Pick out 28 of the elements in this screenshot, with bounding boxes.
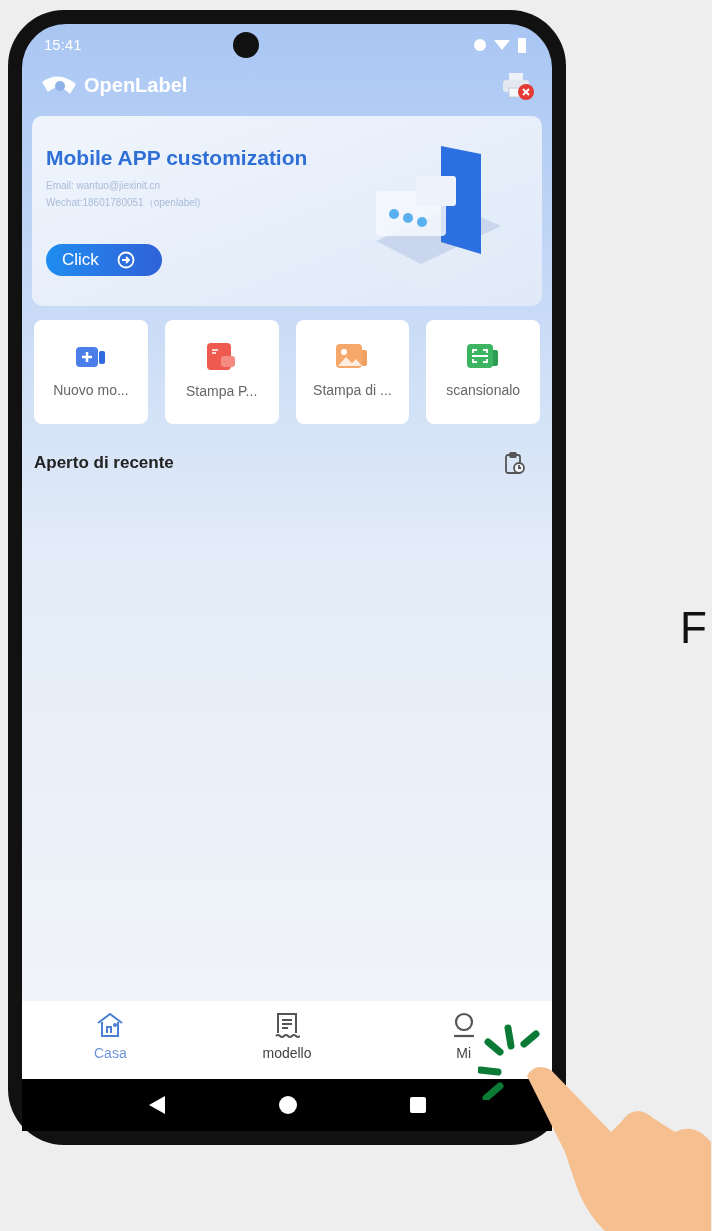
shortcut-tile[interactable]: Stampa di ... bbox=[295, 320, 410, 424]
nav-tab[interactable]: Mi bbox=[375, 1011, 552, 1064]
printer-button[interactable] bbox=[502, 70, 534, 100]
scan-icon bbox=[467, 343, 500, 370]
banner-title: Mobile APP customization bbox=[46, 145, 309, 171]
image-icon bbox=[336, 343, 369, 370]
camera-icon bbox=[232, 32, 259, 58]
document-icon bbox=[274, 1011, 300, 1039]
banner-email: Email: wantuo@jiexinit.cn bbox=[46, 178, 162, 193]
app-title: OpenLabel bbox=[84, 73, 188, 98]
shortcut-tile[interactable]: Nuovo mo... bbox=[34, 320, 148, 424]
side-text: F bbox=[680, 606, 707, 650]
banner-wechat: Wechat:18601780051（openlabel) bbox=[46, 195, 202, 210]
back-icon[interactable] bbox=[148, 1095, 167, 1115]
nav-tab[interactable]: modello bbox=[198, 1011, 376, 1064]
home-button-icon[interactable] bbox=[279, 1096, 297, 1114]
shortcut-tile[interactable]: scansionalo bbox=[426, 320, 540, 424]
nav-tab[interactable]: Casa bbox=[22, 1011, 199, 1064]
recents-icon[interactable] bbox=[409, 1097, 426, 1113]
click-button[interactable]: Click bbox=[46, 243, 162, 276]
pdf-file-icon bbox=[206, 342, 237, 371]
section-title: Aperto di recente bbox=[34, 452, 174, 474]
status-time: 15:41 bbox=[44, 34, 82, 55]
home-icon bbox=[96, 1011, 125, 1039]
logo-icon bbox=[40, 74, 78, 96]
shortcut-tile[interactable]: Stampa P... bbox=[164, 320, 279, 424]
arrow-circle-icon bbox=[116, 250, 135, 269]
clipboard-clock-icon[interactable] bbox=[504, 450, 526, 475]
